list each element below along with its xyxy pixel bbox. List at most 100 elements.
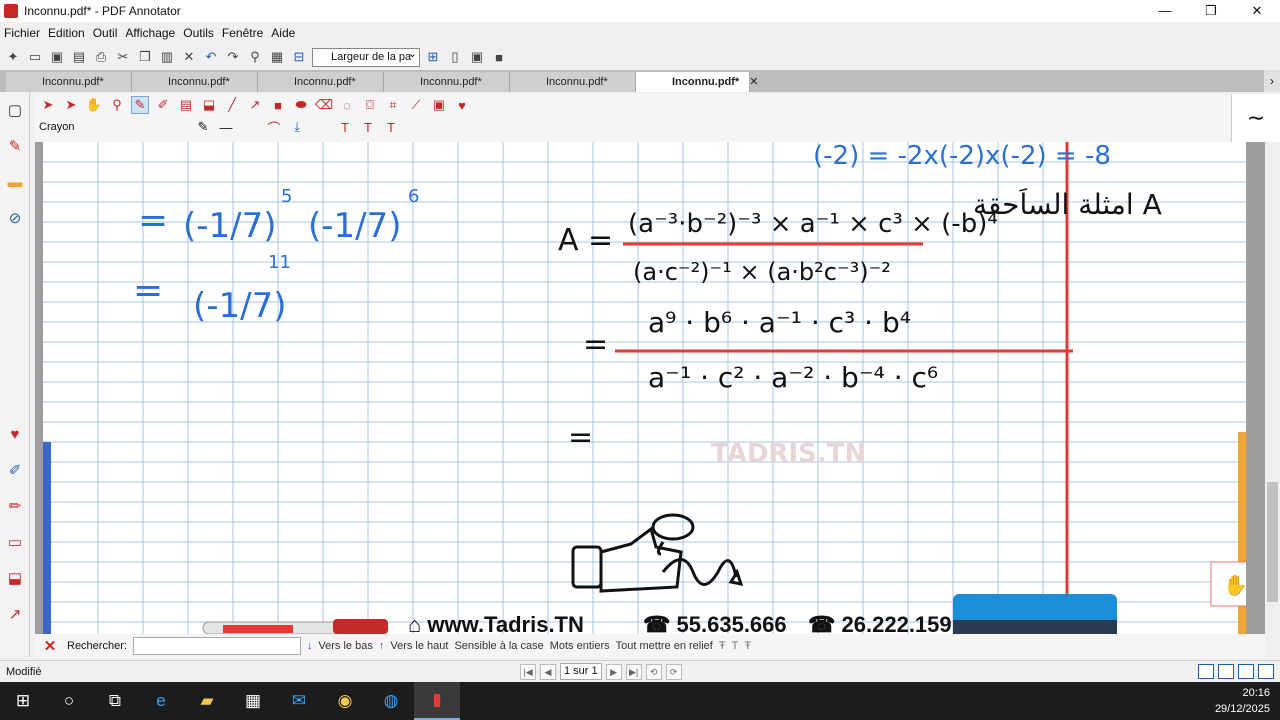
single-page-icon[interactable]: ▯ xyxy=(446,48,464,66)
arrow-down-icon[interactable]: ↓ xyxy=(307,640,313,652)
last-page-icon[interactable]: ▶| xyxy=(625,663,642,680)
tab-close-icon[interactable]: ✕ xyxy=(749,76,758,88)
zoom-app-icon[interactable]: ◍ xyxy=(368,682,414,720)
arrow-line-icon[interactable]: ↗ xyxy=(246,96,264,114)
first-page-icon[interactable]: |◀ xyxy=(520,663,536,680)
view-single-icon[interactable] xyxy=(1198,664,1214,679)
edge-browser-icon[interactable]: e xyxy=(138,682,184,720)
line-tool-icon[interactable]: ╱ xyxy=(223,96,241,114)
page-thumbnail-icon[interactable]: ▢ xyxy=(0,92,30,128)
bookmarks-icon[interactable]: ▬ xyxy=(0,164,30,200)
page-layout-icon[interactable]: ▦ xyxy=(268,48,286,66)
text-underline-icon[interactable]: T xyxy=(732,640,739,652)
menu-edition[interactable]: Edition xyxy=(44,26,89,40)
new-file-icon[interactable]: ✦ xyxy=(4,48,22,66)
next-page-icon[interactable]: ▶ xyxy=(605,663,622,680)
file-explorer-icon[interactable]: ▰ xyxy=(184,682,230,720)
crop-icon[interactable]: ⌗ xyxy=(384,96,402,114)
pen-color-icon[interactable]: ✎ xyxy=(194,118,212,136)
view-grid-icon[interactable] xyxy=(1258,664,1274,679)
favorite-heart-icon[interactable]: ♥ xyxy=(0,416,30,452)
undo-icon[interactable]: ↶ xyxy=(202,48,220,66)
pdf-page[interactable]: = = (-1/7) (-1/7) (-1/7) 5 6 11 (-2) = -… xyxy=(43,142,1246,634)
paste-icon[interactable]: ▥ xyxy=(158,48,176,66)
cut-icon[interactable]: ✂ xyxy=(114,48,132,66)
document-view[interactable]: = = (-1/7) (-1/7) (-1/7) 5 6 11 (-2) = -… xyxy=(35,142,1265,634)
minimize-button[interactable]: — xyxy=(1142,0,1188,22)
whole-words-toggle[interactable]: Mots entiers xyxy=(550,640,610,652)
text-highlight-icon[interactable]: Ŧ xyxy=(719,640,726,652)
menu-outils[interactable]: Outils xyxy=(179,26,218,40)
search-input[interactable] xyxy=(132,637,301,655)
zoom-out-icon[interactable]: ⊟ xyxy=(290,48,308,66)
menu-aide[interactable]: Aide xyxy=(267,26,299,40)
highlighter-tool-icon[interactable]: ✐ xyxy=(154,96,172,114)
vertical-scrollbar[interactable] xyxy=(1265,142,1280,634)
ellipse-icon[interactable]: ⬬ xyxy=(292,96,310,114)
tab-inconnu-3[interactable]: Inconnu.pdf* xyxy=(258,72,384,92)
select-text-icon[interactable]: ➤ xyxy=(62,96,80,114)
history-forward-icon[interactable]: ⟳ xyxy=(665,663,682,680)
text-style-icon[interactable]: T xyxy=(336,118,354,136)
arrow-up-icon[interactable]: ↑ xyxy=(379,640,385,652)
hand-icon[interactable]: ✋ xyxy=(85,96,103,114)
view-facing-icon[interactable] xyxy=(1238,664,1254,679)
prev-page-icon[interactable]: ◀ xyxy=(540,663,556,680)
menu-fichier[interactable]: Fichier xyxy=(0,26,44,40)
smooth-curve-icon[interactable]: ⌒ xyxy=(265,118,283,136)
store-icon[interactable]: ▦ xyxy=(230,682,276,720)
arrow-tool-icon[interactable]: ↗ xyxy=(0,596,30,632)
camera-icon[interactable]: ⌼ xyxy=(361,96,379,114)
text-field-icon[interactable]: ▭ xyxy=(0,524,30,560)
history-back-icon[interactable]: ⟲ xyxy=(645,663,662,680)
save-as-icon[interactable]: ▤ xyxy=(70,48,88,66)
pdf-annotator-taskbar-icon[interactable]: ▮ xyxy=(414,682,460,720)
close-find-icon[interactable]: ✕ xyxy=(39,637,61,655)
menu-fenetre[interactable]: Fenêtre xyxy=(218,26,267,40)
rectangle-icon[interactable]: ■ xyxy=(269,96,287,114)
menu-outil[interactable]: Outil xyxy=(89,26,122,40)
magnifier-icon[interactable]: ⚲ xyxy=(108,96,126,114)
zoom-dropdown[interactable]: Largeur de la pa xyxy=(312,46,420,67)
highlight-all-button[interactable]: Tout mettre en relief xyxy=(616,640,713,652)
tab-scroll-right-icon[interactable]: › xyxy=(1264,70,1280,92)
favorites-heart-icon[interactable]: ♥ xyxy=(453,96,471,114)
fullscreen-icon[interactable]: ■ xyxy=(490,48,508,66)
scrollbar-thumb[interactable] xyxy=(1267,482,1278,602)
tab-inconnu-1[interactable]: Inconnu.pdf* xyxy=(6,72,132,92)
redo-icon[interactable]: ↷ xyxy=(224,48,242,66)
find-up-button[interactable]: Vers le haut xyxy=(390,640,448,652)
search-icon[interactable]: ○ xyxy=(46,682,92,720)
text-strike-icon[interactable]: Ŧ xyxy=(744,640,751,652)
copy-icon[interactable]: ❐ xyxy=(136,48,154,66)
tab-inconnu-5[interactable]: Inconnu.pdf* xyxy=(510,72,636,92)
find-down-button[interactable]: Vers le bas xyxy=(318,640,372,652)
insert-image-icon[interactable]: ▣ xyxy=(430,96,448,114)
stamp-icon[interactable]: ⬓ xyxy=(0,560,30,596)
text-strike-icon[interactable]: T xyxy=(382,118,400,136)
lasso-icon[interactable]: ◌ xyxy=(338,96,356,114)
highlighter-icon[interactable]: ✐ xyxy=(0,452,30,488)
pencil-tool-icon[interactable]: ✎ xyxy=(131,96,149,114)
match-case-toggle[interactable]: Sensible à la case xyxy=(454,640,543,652)
text-box-icon[interactable]: ▤ xyxy=(177,96,195,114)
print-icon[interactable]: ⎙ xyxy=(92,48,110,66)
menu-affichage[interactable]: Affichage xyxy=(121,26,179,40)
text-underline-icon[interactable]: T xyxy=(359,118,377,136)
pressure-icon[interactable]: ⤓ xyxy=(288,118,306,136)
mail-icon[interactable]: ✉ xyxy=(276,682,322,720)
tab-inconnu-2[interactable]: Inconnu.pdf* xyxy=(132,72,258,92)
find-binoculars-icon[interactable]: ⚲ xyxy=(246,48,264,66)
windows-start-icon[interactable]: ⊞ xyxy=(0,682,46,720)
task-view-icon[interactable]: ⧉ xyxy=(92,682,138,720)
page-indicator[interactable]: 1 sur 1 xyxy=(560,663,602,680)
view-continuous-icon[interactable] xyxy=(1218,664,1234,679)
pen-panel-icon[interactable]: ✎ xyxy=(0,128,30,164)
restore-button[interactable]: ❐ xyxy=(1188,0,1234,22)
zoom-in-icon[interactable]: ⊞ xyxy=(424,48,442,66)
system-clock[interactable]: 20:16 29/12/2025 xyxy=(1215,685,1270,717)
line-style-icon[interactable]: — xyxy=(217,118,235,136)
open-folder-icon[interactable]: ▭ xyxy=(26,48,44,66)
close-button[interactable]: ✕ xyxy=(1234,0,1280,22)
ruler-icon[interactable]: ⟋ xyxy=(407,96,425,114)
